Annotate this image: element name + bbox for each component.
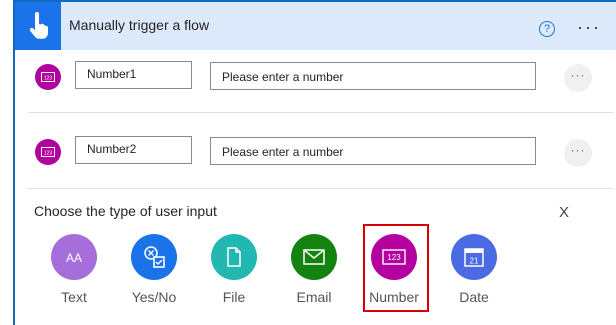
- close-icon[interactable]: X: [559, 204, 569, 221]
- row-divider: [28, 112, 614, 113]
- number-input-icon: 123: [35, 139, 61, 165]
- text-icon: AA: [51, 234, 97, 280]
- input-type-text[interactable]: AA Text: [39, 234, 109, 305]
- number-input-icon: 123: [35, 64, 61, 90]
- card-title: Manually trigger a flow: [69, 17, 210, 33]
- input-type-yes-no[interactable]: Yes/No: [119, 234, 189, 305]
- option-label: Email: [296, 289, 332, 305]
- option-label: Yes/No: [131, 289, 177, 305]
- more-options-icon[interactable]: ···: [577, 18, 601, 36]
- svg-text:21: 21: [470, 257, 479, 266]
- svg-text:AA: AA: [66, 251, 82, 265]
- option-label: File: [222, 289, 246, 305]
- input-type-email[interactable]: Email: [279, 234, 349, 305]
- help-icon[interactable]: ?: [539, 21, 555, 37]
- input-row-number1: 123 Number1 Please enter a number ···: [15, 47, 616, 107]
- option-label: Date: [459, 289, 489, 305]
- input-value-field[interactable]: Please enter a number: [210, 62, 536, 90]
- input-type-file[interactable]: File: [199, 234, 269, 305]
- yes-no-icon: [131, 234, 177, 280]
- svg-text:123: 123: [44, 151, 53, 157]
- selection-highlight: [363, 224, 429, 312]
- input-value-field[interactable]: Please enter a number: [210, 137, 536, 165]
- email-icon: [291, 234, 337, 280]
- calendar-icon: 21: [451, 234, 497, 280]
- svg-text:123: 123: [44, 76, 53, 82]
- option-label: Text: [61, 289, 87, 305]
- input-row-number2: 123 Number2 Please enter a number ···: [15, 122, 616, 182]
- touch-hand-icon: [29, 12, 49, 39]
- row-more-icon[interactable]: ···: [564, 139, 592, 167]
- row-divider: [28, 188, 614, 189]
- trigger-icon-tile: [15, 2, 61, 50]
- file-icon: [211, 234, 257, 280]
- row-more-icon[interactable]: ···: [564, 64, 592, 92]
- input-name-field[interactable]: Number2: [75, 136, 192, 164]
- flow-trigger-card: Manually trigger a flow ? ··· 123 Number…: [13, 0, 616, 325]
- input-name-field[interactable]: Number1: [75, 61, 192, 89]
- input-type-date[interactable]: 21 Date: [439, 234, 509, 305]
- card-header[interactable]: Manually trigger a flow ? ···: [15, 2, 616, 50]
- input-type-title: Choose the type of user input: [34, 203, 217, 219]
